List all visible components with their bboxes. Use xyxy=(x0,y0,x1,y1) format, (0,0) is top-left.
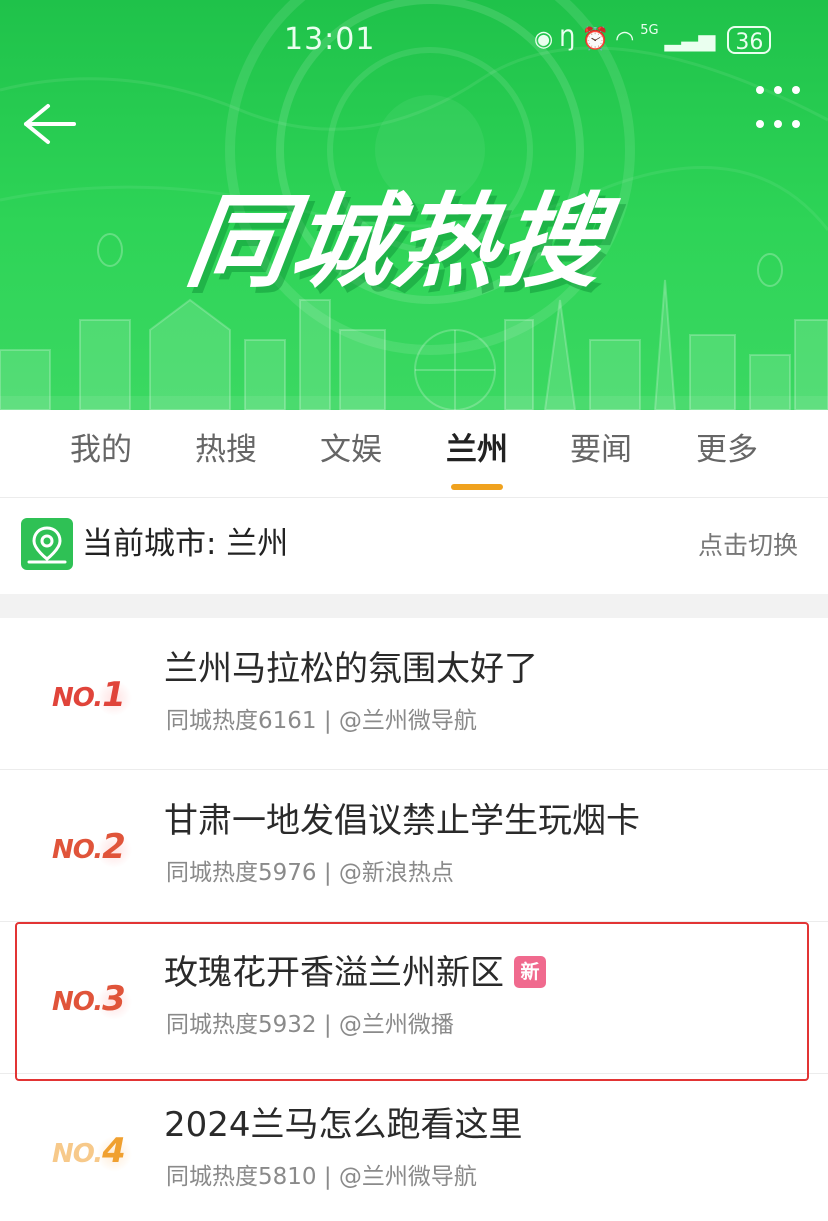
item-meta: 同城热度6161 | @兰州微导航 xyxy=(166,708,477,734)
item-title: 2024兰马怎么跑看这里 xyxy=(164,1105,523,1145)
list-item[interactable]: NO.1 兰州马拉松的氛围太好了 同城热度6161 | @兰州微导航 xyxy=(0,618,828,770)
rank-prefix: NO. xyxy=(52,987,103,1017)
battery-indicator: 36 xyxy=(727,26,772,55)
tab-entertainment[interactable]: 文娱 xyxy=(301,430,401,470)
item-title-text: 玫瑰花开香溢兰州新区 xyxy=(164,953,504,993)
page-title: 同城热搜 xyxy=(179,183,613,302)
rank-label: NO.2 xyxy=(52,824,142,870)
rank-prefix: NO. xyxy=(52,683,103,713)
rank-number: 3 xyxy=(102,979,126,1019)
signal-icon: ▂▃▅ xyxy=(664,27,716,52)
tab-mine[interactable]: 我的 xyxy=(51,430,151,470)
rank-label: NO.4 xyxy=(52,1128,142,1174)
item-meta: 同城热度5932 | @兰州微播 xyxy=(166,1012,454,1038)
alarm-icon: ⏰ xyxy=(581,27,610,52)
current-city-label: 当前城市: 兰州 xyxy=(82,526,289,562)
switch-city-link[interactable]: 点击切换 xyxy=(698,528,798,564)
rank-prefix: NO. xyxy=(52,1139,103,1169)
status-bar: 13:01 ◉ Ŋ ⏰ ◠ 5G ▂▃▅ 36 xyxy=(0,18,828,62)
new-badge: 新 xyxy=(514,955,546,988)
item-meta: 同城热度5810 | @兰州微导航 xyxy=(166,1164,477,1190)
current-city-bar: 当前城市: 兰州 点击切换 xyxy=(0,498,828,594)
item-title: 兰州马拉松的氛围太好了 xyxy=(164,649,538,689)
wifi-icon: ◠ xyxy=(615,27,635,52)
tab-more[interactable]: 更多 xyxy=(677,430,777,470)
active-tab-indicator xyxy=(451,484,503,490)
list-item[interactable]: NO.2 甘肃一地发倡议禁止学生玩烟卡 同城热度5976 | @新浪热点 xyxy=(0,770,828,922)
back-button[interactable] xyxy=(20,100,80,148)
rank-label: NO.3 xyxy=(52,976,142,1022)
status-icons: ◉ Ŋ ⏰ ◠ 5G ▂▃▅ 36 xyxy=(534,23,772,56)
category-tabs: 我的 热搜 文娱 兰州 要闻 更多 xyxy=(0,410,828,498)
rank-number: 4 xyxy=(102,1131,126,1171)
nfc-icon: Ŋ xyxy=(559,27,576,52)
item-title: 甘肃一地发倡议禁止学生玩烟卡 xyxy=(164,801,640,841)
network-label: 5G xyxy=(640,23,659,38)
more-dots-icon xyxy=(756,86,800,128)
location-pin-icon xyxy=(21,518,73,570)
list-item[interactable]: NO.3 玫瑰花开香溢兰州新区新 同城热度5932 | @兰州微播 xyxy=(0,922,828,1074)
item-title: 玫瑰花开香溢兰州新区新 xyxy=(164,948,546,998)
item-meta: 同城热度5976 | @新浪热点 xyxy=(166,860,454,886)
rank-label: NO.1 xyxy=(52,672,142,718)
tab-news[interactable]: 要闻 xyxy=(551,430,651,470)
rank-prefix: NO. xyxy=(52,835,103,865)
rank-number: 1 xyxy=(102,675,126,715)
status-time: 13:01 xyxy=(284,22,376,57)
tab-hot-search[interactable]: 热搜 xyxy=(176,430,276,470)
more-button[interactable] xyxy=(746,78,810,138)
header-banner: 13:01 ◉ Ŋ ⏰ ◠ 5G ▂▃▅ 36 同城热搜 xyxy=(0,0,828,410)
list-item[interactable]: NO.4 2024兰马怎么跑看这里 同城热度5810 | @兰州微导航 xyxy=(0,1074,828,1221)
tab-lanzhou[interactable]: 兰州 xyxy=(427,430,527,470)
eye-icon: ◉ xyxy=(534,27,554,52)
back-arrow-icon xyxy=(24,104,76,144)
section-divider xyxy=(0,594,828,618)
rank-number: 2 xyxy=(102,827,126,867)
